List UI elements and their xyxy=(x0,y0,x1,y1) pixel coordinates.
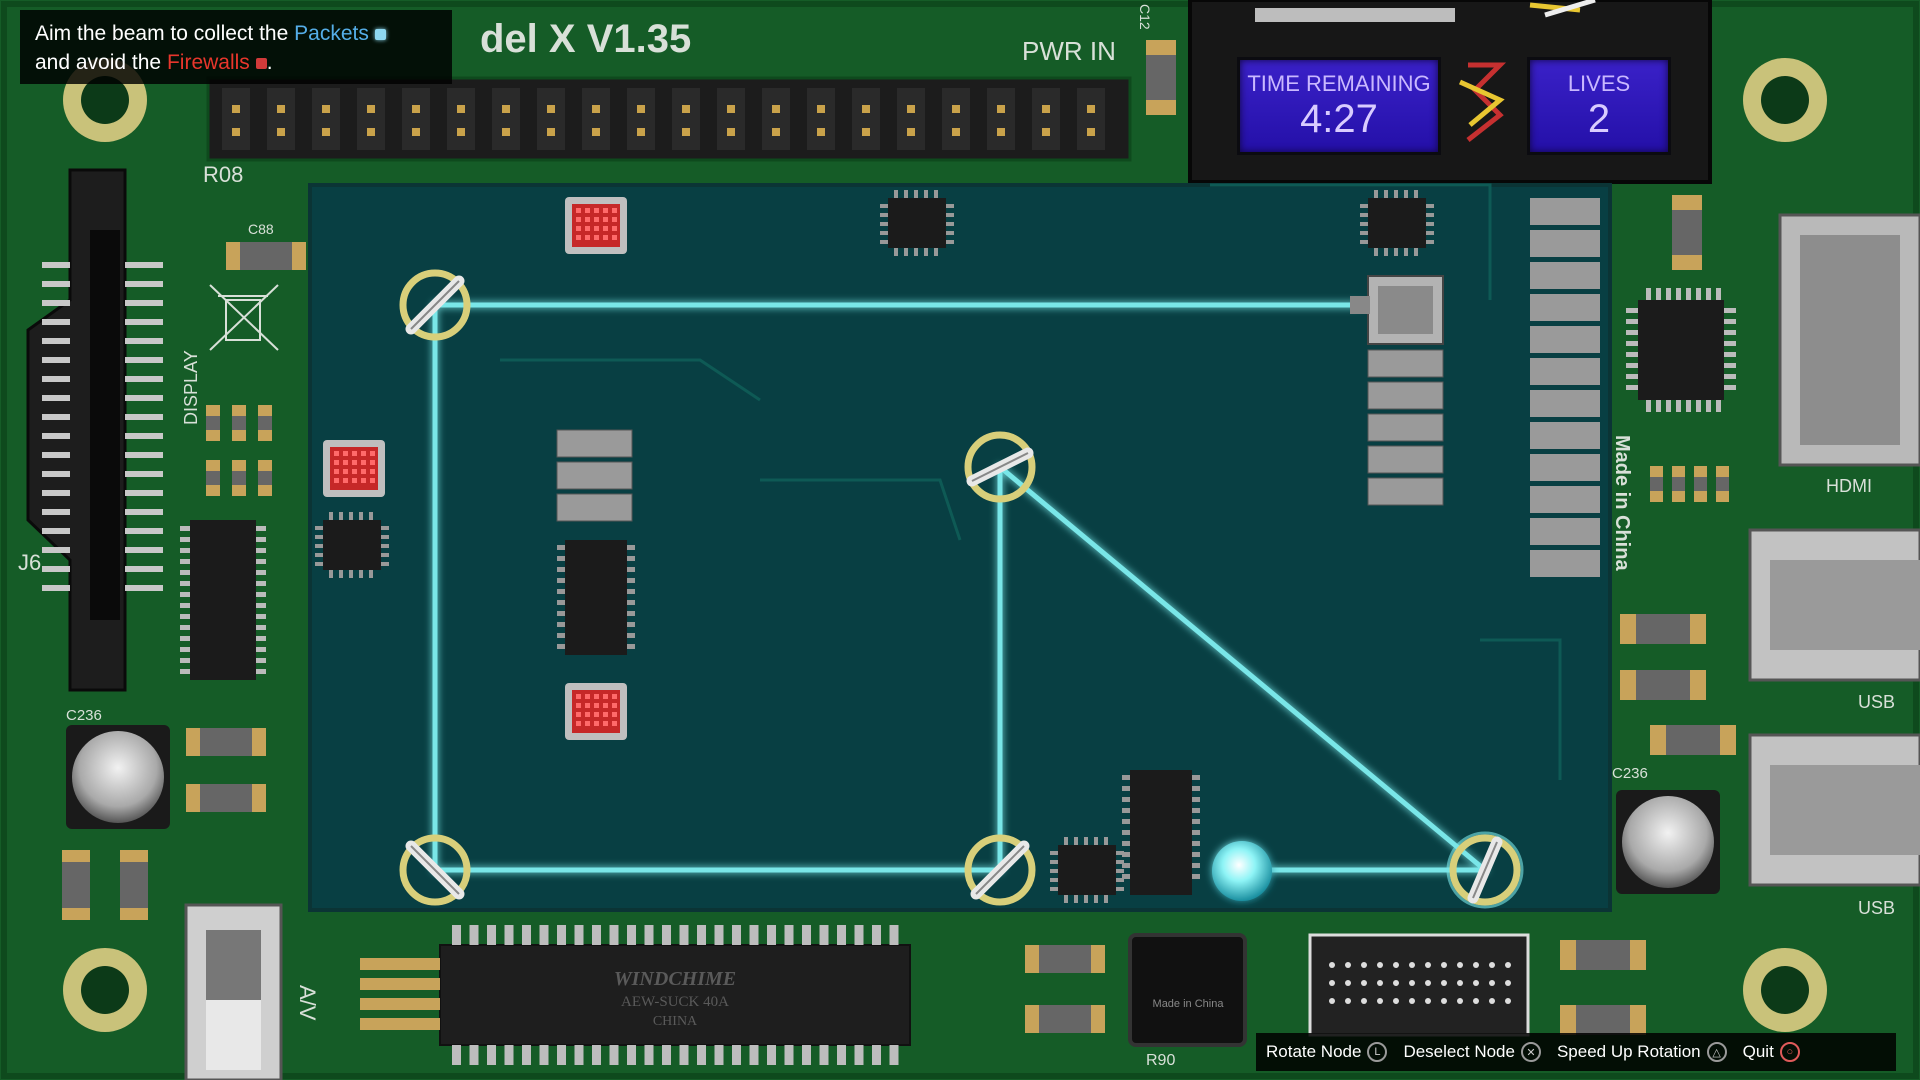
usb-label-1: USB xyxy=(1858,692,1895,712)
rotate-node-label: Rotate Node xyxy=(1266,1042,1362,1061)
deselect-node-label: Deselect Node xyxy=(1403,1042,1515,1061)
usb-label-2: USB xyxy=(1858,898,1895,918)
chip-model: AEW-SUCK 40A xyxy=(621,994,729,1010)
firewall xyxy=(323,440,385,497)
chip-country: CHINA xyxy=(653,1014,698,1029)
hint-text: Aim the beam to collect the xyxy=(35,22,289,45)
time-remaining-value: 4:27 xyxy=(1300,97,1378,141)
hint-period: . xyxy=(266,51,273,74)
lives-label: LIVES xyxy=(1567,71,1631,96)
capacitor-left xyxy=(66,725,170,829)
pin-header-bottom xyxy=(1308,933,1530,1037)
circle-button-icon: ○ xyxy=(1779,1042,1800,1062)
speed-up-rotation-label: Speed Up Rotation xyxy=(1556,1042,1701,1061)
av-jack xyxy=(184,903,283,1080)
triangle-button-icon: △ xyxy=(1706,1042,1727,1062)
speed-up-rotation-prompt: Speed Up Rotation △ xyxy=(1557,1042,1727,1062)
chip-brand: WINDCHIME xyxy=(614,968,736,990)
control-prompts: Rotate Node L Deselect Node ✕ Speed Up R… xyxy=(1256,1033,1896,1071)
firewall xyxy=(565,197,627,254)
hint-text: and avoid the xyxy=(35,51,162,74)
display-label: DISPLAY xyxy=(181,350,201,425)
c236-label-right: C236 xyxy=(1612,765,1648,782)
firewalls-word: Firewalls xyxy=(166,51,250,74)
cross-button-icon: ✕ xyxy=(1520,1042,1541,1062)
j6-label: J6 xyxy=(18,550,41,575)
c12-label: C12 xyxy=(1137,4,1153,30)
packets-word: Packets xyxy=(294,22,369,45)
r08-label: R08 xyxy=(203,162,243,187)
packet-icon xyxy=(374,28,386,40)
time-remaining-label: TIME REMAINING xyxy=(1247,71,1431,96)
capacitor-right xyxy=(1616,790,1720,894)
firewall-icon xyxy=(255,57,267,69)
usb-port-2 xyxy=(1748,733,1920,887)
deselect-node-prompt: Deselect Node ✕ xyxy=(1403,1042,1541,1062)
packet xyxy=(1212,841,1272,901)
pwr-label: PWR IN xyxy=(1022,36,1116,66)
right-qfp-chip xyxy=(1626,288,1736,412)
quit-label: Quit xyxy=(1742,1042,1774,1061)
beam-emitter xyxy=(1350,296,1370,314)
av-label: A/V xyxy=(295,985,320,1021)
header-pins xyxy=(206,76,1132,162)
circuit-board: del X V1.35 PWR IN R08 J6 DISPLAY HDMI U… xyxy=(0,0,1920,1080)
quit-prompt: Quit ○ xyxy=(1743,1042,1800,1062)
windchime-chip: WINDCHIME AEW-SUCK 40A CHINA xyxy=(439,925,911,1065)
c236-label-left: C236 xyxy=(66,707,102,724)
firewall xyxy=(565,683,627,740)
lives-display: LIVES 2 xyxy=(1527,57,1671,155)
instruction-hint: Aim the beam to collect the Packets and … xyxy=(20,10,452,84)
left-dip-chip xyxy=(180,520,266,680)
rotate-node-prompt: Rotate Node L xyxy=(1266,1042,1388,1062)
made-in-china-small: Made in China xyxy=(1153,998,1225,1010)
r90-label: R90 xyxy=(1146,1052,1175,1069)
hint-line-2: and avoid the Firewalls. xyxy=(35,48,452,77)
usb-port-1 xyxy=(1748,528,1920,682)
hint-line-1: Aim the beam to collect the Packets xyxy=(35,19,452,48)
lives-value: 2 xyxy=(1587,97,1611,141)
c88-label: C88 xyxy=(248,221,274,237)
made-in-china-label: Made in China xyxy=(1611,435,1633,571)
board-title: del X V1.35 xyxy=(480,17,691,61)
r90-chip: Made in China xyxy=(1128,933,1247,1047)
left-stick-icon: L xyxy=(1367,1042,1388,1062)
hdmi-label: HDMI xyxy=(1826,476,1872,496)
hdmi-port xyxy=(1778,213,1920,467)
time-remaining-display: TIME REMAINING 4:27 xyxy=(1237,57,1441,155)
